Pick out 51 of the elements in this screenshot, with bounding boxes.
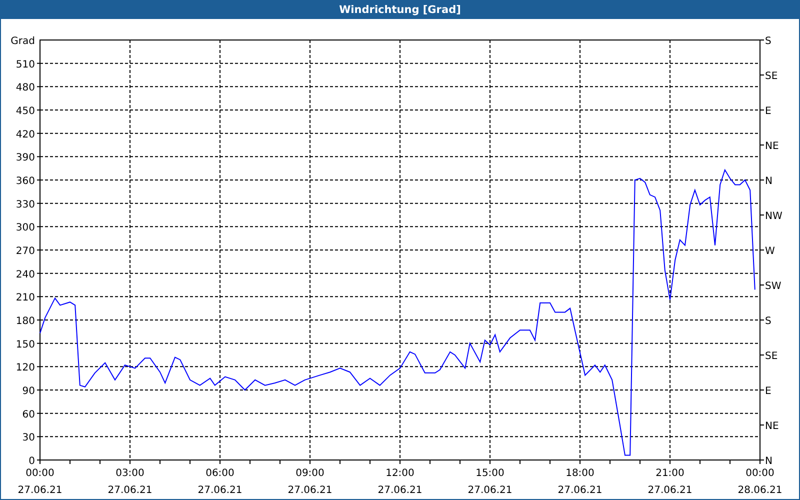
x-axis-date-label: 27.06.21	[108, 485, 152, 496]
x-axis-time-label: 00:00	[746, 468, 774, 479]
compass-direction-label: N	[765, 456, 772, 467]
y-axis-label: 390	[16, 152, 35, 164]
x-axis-time-label: 12:00	[386, 468, 414, 479]
compass-direction-label: SW	[765, 281, 782, 292]
y-axis-label: 330	[16, 199, 35, 210]
y-axis-label: 360	[16, 176, 35, 187]
y-axis-label: 210	[16, 292, 35, 304]
x-axis-time-label: 21:00	[656, 468, 684, 479]
compass-direction-label: NE	[765, 141, 779, 152]
y-axis-label: 120	[16, 362, 35, 374]
compass-direction-label: SE	[765, 71, 778, 82]
x-axis-date-label: 27.06.21	[468, 485, 512, 496]
x-axis-time-label: 18:00	[566, 468, 594, 479]
compass-direction-label: NW	[765, 211, 782, 222]
y-axis-label: 270	[16, 246, 35, 257]
compass-direction-label: E	[765, 106, 772, 117]
x-axis-time-label: 09:00	[296, 468, 324, 479]
x-axis-time-label: 03:00	[116, 468, 144, 479]
compass-direction-label: N	[765, 176, 772, 187]
y-axis-label: 60	[22, 409, 35, 420]
y-axis-title: Grad	[10, 36, 35, 47]
y-axis-label: 0	[28, 456, 35, 467]
compass-direction-label: E	[765, 386, 772, 397]
compass-direction-label: S	[765, 316, 772, 327]
x-axis-date-label: 27.06.21	[288, 485, 332, 496]
compass-direction-label: W	[765, 246, 775, 257]
x-axis-date-label: 27.06.21	[198, 485, 242, 496]
x-axis-date-label: 27.06.21	[648, 485, 692, 496]
compass-direction-label: SE	[765, 351, 778, 362]
x-axis-time-label: 15:00	[476, 468, 504, 479]
compass-direction-label: S	[765, 36, 772, 47]
y-axis-label: 420	[16, 129, 35, 140]
y-axis-label: 240	[16, 269, 35, 280]
y-axis-label: 90	[22, 386, 35, 397]
y-axis-label: 480	[16, 82, 35, 94]
x-axis-time-label: 06:00	[206, 468, 234, 479]
y-axis-label: 30	[22, 432, 35, 444]
y-axis-label: 450	[16, 106, 35, 117]
x-axis-date-label: 27.06.21	[18, 485, 62, 496]
y-axis-label: 180	[16, 316, 35, 327]
compass-direction-label: NE	[765, 421, 779, 432]
window-title: Windrichtung [Grad]	[1, 1, 799, 19]
x-axis-date-label: 28.06.21	[738, 485, 782, 496]
x-axis-date-label: 27.06.21	[558, 485, 602, 496]
y-axis-label: 510	[16, 59, 35, 70]
x-axis-time-label: 00:00	[26, 468, 54, 479]
y-axis-label: 150	[16, 339, 35, 350]
y-axis-label: 300	[16, 222, 35, 234]
x-axis-date-label: 27.06.21	[378, 485, 422, 496]
